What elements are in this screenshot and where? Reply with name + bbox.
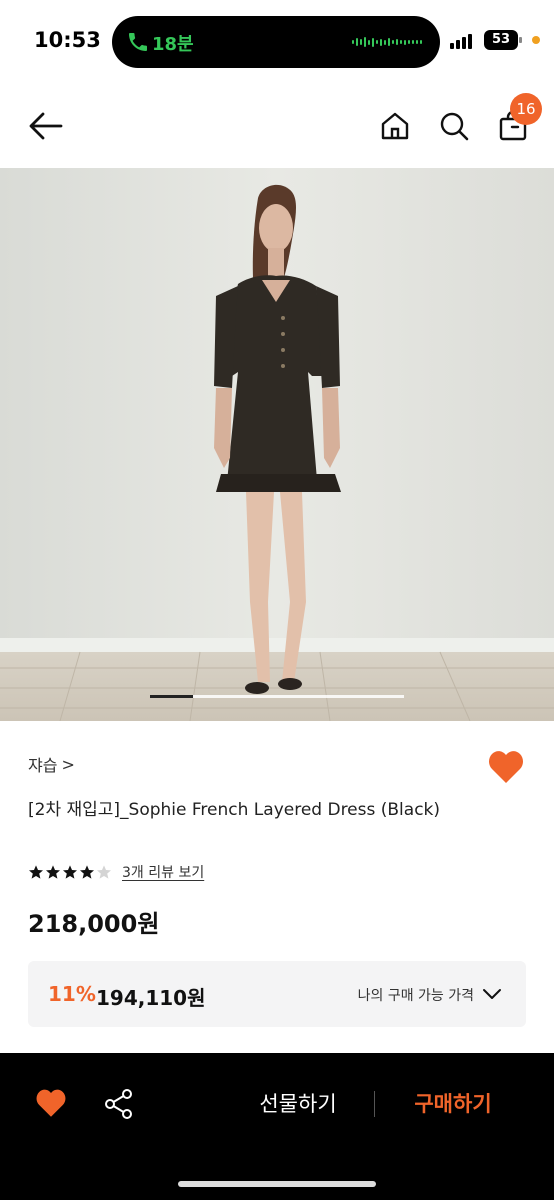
search-button[interactable] xyxy=(434,106,474,146)
star-filled-icon xyxy=(63,865,77,879)
star-filled-icon xyxy=(80,865,94,879)
back-arrow-icon xyxy=(29,112,63,140)
discount-rate: 11% xyxy=(48,982,96,1006)
product-title: [2차 재입고]_Sophie French Layered Dress (Bl… xyxy=(28,800,441,820)
brand-name: 쟈습 xyxy=(28,756,58,775)
chevron-right-icon: > xyxy=(61,754,75,774)
my-price-label: 나의 구매 가능 가격 xyxy=(357,988,474,1004)
product-price: 218,000원 xyxy=(28,910,160,938)
product-image-carousel[interactable] xyxy=(0,168,554,721)
share-button[interactable] xyxy=(102,1087,136,1121)
bottom-divider xyxy=(374,1091,375,1117)
home-indicator xyxy=(178,1181,376,1187)
discount-price: 194,110원 xyxy=(96,986,206,1010)
wishlist-button[interactable] xyxy=(486,748,526,788)
gift-button[interactable]: 선물하기 xyxy=(238,1087,358,1121)
battery-icon: 53 xyxy=(484,30,518,50)
chevron-down-icon xyxy=(483,989,501,999)
call-duration: 18분 xyxy=(152,34,194,55)
search-icon xyxy=(440,112,469,141)
star-filled-icon xyxy=(29,865,43,879)
cellular-signal-icon xyxy=(450,33,472,49)
review-link[interactable]: 3개 리뷰 보기 xyxy=(122,862,204,882)
audio-wave-icon xyxy=(352,35,422,49)
brand-link[interactable]: 쟈습 > xyxy=(28,752,75,776)
app-header xyxy=(0,84,554,168)
cart-count-badge: 16 xyxy=(510,93,542,125)
star-rating xyxy=(28,864,112,880)
carousel-progress-indicator xyxy=(150,695,193,698)
star-empty-icon xyxy=(97,865,111,879)
status-bar: 10:53 18분 53 xyxy=(0,0,554,84)
heart-icon xyxy=(489,751,523,783)
phone-icon xyxy=(129,33,147,51)
bottom-action-bar: 선물하기 구매하기 xyxy=(0,1053,554,1200)
mic-indicator-dot xyxy=(532,36,540,44)
my-price-dropdown[interactable]: 11% 194,110원 나의 구매 가능 가격 xyxy=(28,961,526,1027)
product-photo xyxy=(0,168,554,721)
bottom-wishlist-button[interactable] xyxy=(34,1087,68,1121)
back-button[interactable] xyxy=(26,106,66,146)
heart-icon xyxy=(36,1089,66,1117)
share-icon xyxy=(105,1089,132,1119)
battery-tip xyxy=(519,37,522,43)
home-button[interactable] xyxy=(375,106,415,146)
status-time: 10:53 xyxy=(34,28,101,52)
dynamic-island-call[interactable]: 18분 xyxy=(112,16,440,68)
rating-row: 3개 리뷰 보기 xyxy=(28,862,204,882)
star-filled-icon xyxy=(46,865,60,879)
buy-button[interactable]: 구매하기 xyxy=(394,1087,512,1121)
home-icon xyxy=(381,112,409,140)
